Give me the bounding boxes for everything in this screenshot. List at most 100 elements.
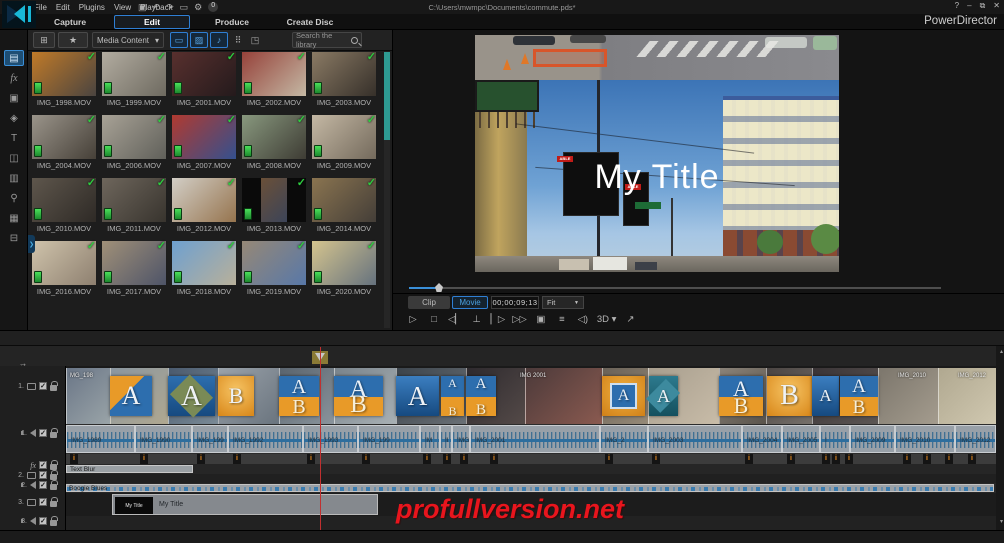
media-item[interactable]: ✓IMG_2006.MOV bbox=[100, 115, 168, 170]
transition-a[interactable]: A bbox=[602, 376, 645, 416]
track-lock-icon[interactable] bbox=[50, 520, 57, 526]
media-item[interactable]: ✓IMG_2018.MOV bbox=[170, 241, 238, 296]
content-filter-dropdown[interactable]: Media Content ▾ bbox=[92, 32, 164, 48]
transition-ab[interactable]: AB bbox=[719, 376, 763, 416]
preview-zoom-dropdown[interactable]: Fit ▼ bbox=[542, 296, 584, 309]
scroll-down-icon[interactable]: ▾ bbox=[1000, 518, 1003, 525]
audio-track-1[interactable]: IMG_1989IMG_1990IMG_199IMG_1992IMG_1993I… bbox=[66, 424, 996, 454]
clip-marker-icon[interactable]: i bbox=[70, 454, 78, 464]
transition-ab[interactable]: AB bbox=[279, 376, 319, 416]
preview-quality-button[interactable]: ≡ bbox=[555, 312, 569, 326]
media-item[interactable]: ✓IMG_2011.MOV bbox=[100, 178, 168, 233]
audio-clip[interactable]: IMG_199 bbox=[358, 425, 420, 453]
track-lock-icon[interactable] bbox=[50, 474, 57, 480]
video-track-1[interactable]: MG_198IMG 2001IMG_2010IMG_2012AABABABAAB… bbox=[66, 368, 996, 424]
filter-video-icon[interactable]: ▭ bbox=[170, 32, 188, 48]
media-item[interactable]: ✓IMG_2002.MOV bbox=[240, 52, 308, 107]
media-item[interactable]: ✓IMG_2009.MOV bbox=[310, 115, 378, 170]
track-enable-checkbox[interactable]: ✓ bbox=[39, 461, 47, 469]
media-item[interactable]: ✓IMG_2008.MOV bbox=[240, 115, 308, 170]
media-item[interactable]: ✓IMG_2014.MOV bbox=[310, 178, 378, 233]
timecode-display[interactable]: 00;00;09;13 bbox=[491, 296, 539, 309]
tab-edit[interactable]: Edit bbox=[114, 15, 190, 29]
timeline-splitter[interactable]: +∥+ bbox=[0, 330, 1004, 346]
audio-clip[interactable]: IMG_1990 bbox=[135, 425, 192, 453]
transition-a[interactable]: A bbox=[812, 376, 839, 416]
audio-clip[interactable]: IMG_1992 bbox=[228, 425, 303, 453]
clip-marker-icon[interactable]: i bbox=[307, 454, 315, 464]
audio-clip[interactable]: IMG_2010 bbox=[895, 425, 955, 453]
media-item[interactable]: ✓IMG_2012.MOV bbox=[170, 178, 238, 233]
media-item[interactable]: ✓IMG_2016.MOV bbox=[30, 241, 98, 296]
effect-track[interactable]: Text Blur bbox=[66, 464, 996, 474]
transition-a[interactable]: A bbox=[168, 376, 215, 416]
track-enable-checkbox[interactable]: ✓ bbox=[39, 498, 47, 506]
audio-clip[interactable]: IMG_1993 bbox=[303, 425, 358, 453]
effect-clip[interactable]: Text Blur bbox=[66, 465, 193, 473]
voice-over-room-icon[interactable]: ⚲ bbox=[4, 190, 24, 206]
track-enable-checkbox[interactable]: ✓ bbox=[39, 429, 47, 437]
media-item[interactable]: ✓IMG_2004.MOV bbox=[30, 115, 98, 170]
timeline-vertical-scrollbar[interactable]: ▴ ▾ bbox=[996, 346, 1004, 530]
particle-room-icon[interactable]: ◈ bbox=[4, 110, 24, 126]
filter-music-icon[interactable]: ♪ bbox=[210, 32, 228, 48]
transition-a[interactable]: A bbox=[649, 376, 678, 416]
transition-a[interactable]: A bbox=[110, 376, 152, 416]
audio-clip[interactable]: IMG_199 bbox=[192, 425, 228, 453]
media-room-icon[interactable]: ▤ bbox=[4, 50, 24, 66]
seek-button[interactable]: ⊥ bbox=[470, 312, 484, 326]
audio-clip[interactable]: IMG_2 bbox=[600, 425, 648, 453]
audio-clip[interactable]: IM bbox=[420, 425, 440, 453]
transition-b[interactable]: B bbox=[218, 376, 254, 416]
audio-clip[interactable]: IMG_2001 bbox=[470, 425, 600, 453]
stop-button[interactable]: □ bbox=[427, 312, 441, 326]
title-room-icon[interactable]: T bbox=[4, 130, 24, 146]
audio-clip[interactable]: IMG_2004 bbox=[742, 425, 782, 453]
movie-mode-button[interactable]: Movie bbox=[452, 296, 488, 309]
media-item[interactable]: ✓IMG_2013.MOV bbox=[240, 178, 308, 233]
preview-seek-track[interactable] bbox=[409, 287, 941, 289]
audio-track-2[interactable]: Boogie Blues bbox=[66, 483, 996, 493]
audio-clip[interactable]: I bbox=[820, 425, 850, 453]
effect-room-icon[interactable]: fx bbox=[4, 70, 24, 86]
clip-marker-icon[interactable]: i bbox=[460, 454, 468, 464]
next-frame-button[interactable]: ▏▷ bbox=[491, 312, 506, 326]
audio-clip[interactable]: IMG_2005 bbox=[782, 425, 820, 453]
audio-clip[interactable]: IMG_2003 bbox=[648, 425, 742, 453]
clip-marker-icon[interactable]: i bbox=[832, 454, 840, 464]
audio-clip[interactable]: II bbox=[440, 425, 452, 453]
media-item[interactable]: ✓IMG_2017.MOV bbox=[100, 241, 168, 296]
media-item[interactable]: ✓IMG_1999.MOV bbox=[100, 52, 168, 107]
clip-marker-icon[interactable]: i bbox=[845, 454, 853, 464]
transition-room-icon[interactable]: ◫ bbox=[4, 150, 24, 166]
library-scrollbar[interactable] bbox=[384, 52, 390, 328]
clip-mode-button[interactable]: Clip bbox=[408, 296, 450, 309]
audio-clip[interactable]: IMG_1989 bbox=[66, 425, 135, 453]
clip-marker-icon[interactable]: i bbox=[423, 454, 431, 464]
restore-button[interactable]: ⧉ bbox=[980, 1, 986, 11]
video-track-2[interactable] bbox=[66, 474, 996, 483]
subtitle-room-icon[interactable]: ⊟ bbox=[4, 230, 24, 246]
snapshot-button[interactable]: ▣ bbox=[534, 312, 548, 326]
media-item[interactable]: ✓IMG_2010.MOV bbox=[30, 178, 98, 233]
transition-ab[interactable]: AB bbox=[466, 376, 496, 416]
media-item[interactable]: ✓IMG_2019.MOV bbox=[240, 241, 308, 296]
detach-library-icon[interactable]: ◳ bbox=[248, 33, 262, 47]
track-enable-checkbox[interactable]: ✓ bbox=[39, 382, 47, 390]
clip-marker-icon[interactable]: i bbox=[197, 454, 205, 464]
previous-frame-button[interactable]: ◁▏ bbox=[448, 312, 463, 326]
track-enable-checkbox[interactable]: ✓ bbox=[39, 471, 47, 479]
transition-a[interactable]: A bbox=[396, 376, 439, 416]
clip-marker-icon[interactable]: i bbox=[605, 454, 613, 464]
track-lock-icon[interactable] bbox=[50, 464, 57, 470]
volume-button[interactable]: ◁) bbox=[576, 312, 590, 326]
clip-marker-icon[interactable]: i bbox=[233, 454, 241, 464]
music-clip[interactable]: Boogie Blues bbox=[66, 484, 994, 492]
track-enable-checkbox[interactable]: ✓ bbox=[39, 517, 47, 525]
help-button[interactable]: ? bbox=[955, 1, 959, 11]
clip-marker-icon[interactable]: i bbox=[787, 454, 795, 464]
track-lock-icon[interactable] bbox=[50, 501, 57, 507]
transition-ab[interactable]: AB bbox=[840, 376, 878, 416]
fast-forward-button[interactable]: ▷▷ bbox=[512, 312, 527, 326]
play-button[interactable]: ▷ bbox=[406, 312, 420, 326]
